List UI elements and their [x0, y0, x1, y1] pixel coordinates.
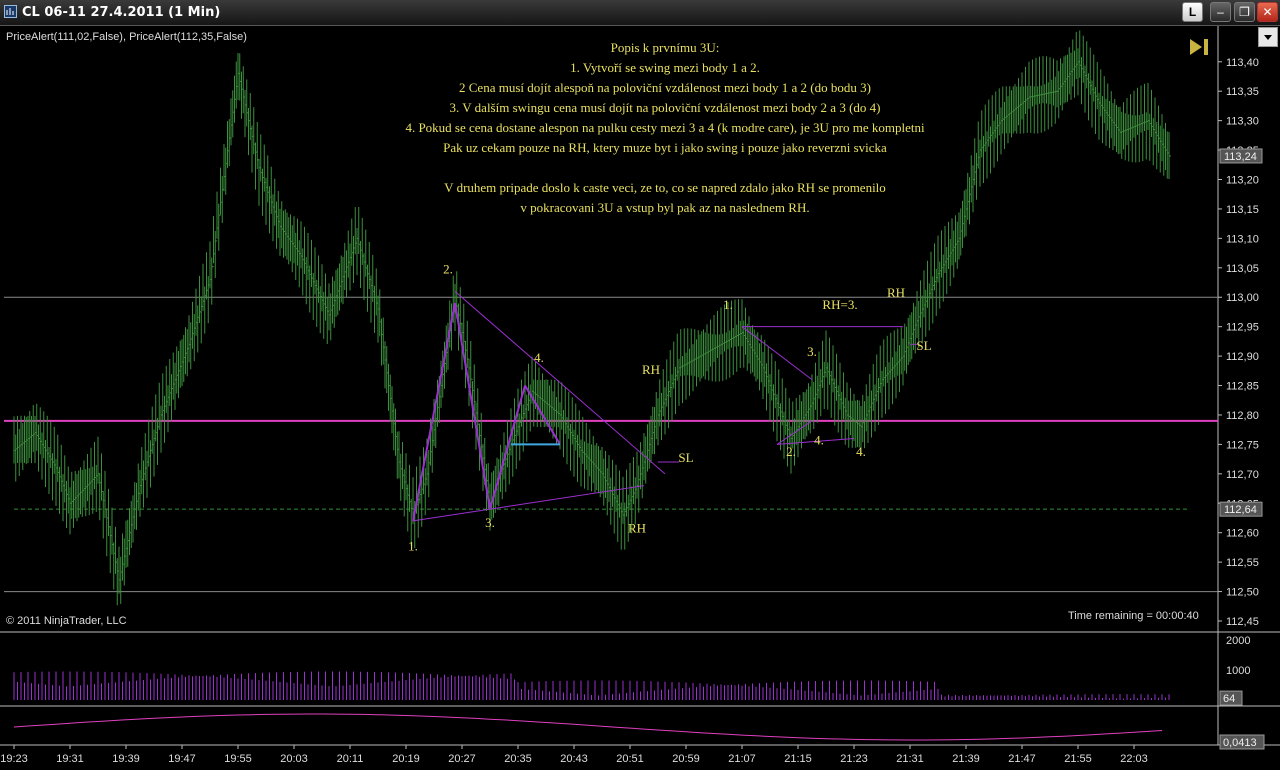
annotation-label: 1. — [723, 297, 733, 312]
price-tick-label: 112,75 — [1226, 439, 1259, 451]
play-end-icon[interactable] — [1188, 37, 1212, 57]
time-remaining: Time remaining = 00:00:40 — [1068, 610, 1199, 622]
indicator-last-label: 0,0413 — [1223, 737, 1257, 749]
time-tick-label: 20:11 — [337, 753, 364, 765]
note-line: Popis k prvnímu 3U: — [610, 40, 720, 55]
link-button[interactable]: L — [1182, 2, 1203, 22]
price-tick-label: 112,45 — [1226, 616, 1259, 628]
note-line: 2 Cena musí dojít alespoň na poloviční v… — [459, 80, 871, 95]
alert-price-marker: 112,64 — [1224, 504, 1257, 516]
volume-bars — [13, 671, 1170, 700]
price-tick-label: 112,55 — [1226, 557, 1259, 569]
price-tick-label: 112,70 — [1226, 469, 1259, 481]
time-tick-label: 21:55 — [1064, 753, 1092, 765]
time-tick-label: 20:27 — [448, 753, 476, 765]
note-line: 3. V dalším swingu cena musí dojít na po… — [449, 100, 881, 115]
annotation-label: RH=3. — [822, 297, 857, 312]
time-tick-label: 20:19 — [392, 753, 420, 765]
time-tick-label: 20:51 — [616, 753, 644, 765]
price-tick-label: 113,30 — [1226, 116, 1259, 128]
volume-tick-label: 2000 — [1226, 635, 1250, 647]
last-price-marker: 113,24 — [1224, 151, 1257, 163]
swing-line — [412, 302, 456, 522]
price-tick-label: 112,80 — [1226, 410, 1259, 422]
price-tick-label: 113,00 — [1226, 292, 1259, 304]
time-tick-label: 20:43 — [560, 753, 588, 765]
annotation-label: RH — [887, 285, 905, 300]
time-tick-label: 20:35 — [504, 753, 532, 765]
price-tick-label: 112,85 — [1226, 381, 1259, 393]
chevron-down-icon — [1264, 35, 1272, 40]
time-tick-label: 20:03 — [280, 753, 308, 765]
title-bar: CL 06-11 27.4.2011 (1 Min) L – ❐ ✕ — [0, 0, 1280, 26]
time-tick-label: 19:39 — [112, 753, 140, 765]
annotation-label: 3. — [485, 515, 495, 530]
time-tick-label: 19:31 — [56, 753, 84, 765]
note-line: 1. Vytvoří se swing mezi body 1 a 2. — [570, 60, 760, 75]
swing-line — [454, 302, 491, 510]
note-line: 4. Pokud se cena dostane alespon na pulk… — [405, 120, 925, 135]
note-line — [300, 158, 1030, 178]
time-tick-label: 21:15 — [784, 753, 812, 765]
annotation-notes: Popis k prvnímu 3U: 1. Vytvoří se swing … — [300, 38, 1030, 218]
time-tick-label: 22:03 — [1120, 753, 1148, 765]
window-title: CL 06-11 27.4.2011 (1 Min) — [22, 5, 221, 20]
price-tick-label: 112,95 — [1226, 322, 1259, 334]
price-tick-label: 113,15 — [1226, 204, 1259, 216]
close-button[interactable]: ✕ — [1257, 2, 1278, 22]
time-tick-label: 19:47 — [168, 753, 196, 765]
time-tick-label: 21:07 — [728, 753, 756, 765]
price-tick-label: 113,35 — [1226, 86, 1259, 98]
price-tick-label: 113,40 — [1226, 57, 1259, 69]
annotation-label: 1. — [408, 538, 418, 553]
annotation-label: 2. — [443, 262, 453, 277]
annotation-label: 4. — [534, 350, 544, 365]
note-line: Pak uz cekam pouze na RH, ktery muze byt… — [443, 140, 887, 155]
chart-app-icon — [4, 5, 17, 18]
time-tick-label: 19:55 — [224, 753, 252, 765]
annotation-label: 4. — [814, 432, 824, 447]
volume-tick-label: 1000 — [1226, 665, 1250, 677]
price-tick-label: 113,05 — [1226, 263, 1259, 275]
annotation-label: RH — [642, 362, 660, 377]
indicator-label: PriceAlert(111,02,False), PriceAlert(112… — [6, 31, 247, 43]
annotation-label: SL — [678, 450, 693, 465]
copyright: © 2011 NinjaTrader, LLC — [6, 615, 127, 627]
annotation-label: RH — [628, 521, 646, 536]
time-tick-label: 21:31 — [896, 753, 924, 765]
trend-line — [412, 485, 645, 522]
price-tick-label: 113,10 — [1226, 233, 1259, 245]
volume-last-label: 64 — [1223, 693, 1235, 705]
annotation-label: 3. — [807, 344, 817, 359]
price-tick-label: 112,90 — [1226, 351, 1259, 363]
note-line: v pokracovani 3U a vstup byl pak az na n… — [520, 200, 810, 215]
time-tick-label: 21:23 — [840, 753, 868, 765]
scroll-dropdown-button[interactable] — [1258, 27, 1278, 47]
time-tick-label: 19:23 — [0, 753, 28, 765]
price-tick-label: 112,60 — [1226, 528, 1259, 540]
price-tick-label: 112,50 — [1226, 587, 1259, 599]
price-tick-label: 113,20 — [1226, 175, 1259, 187]
time-tick-label: 20:59 — [672, 753, 700, 765]
annotation-label: SL — [916, 338, 931, 353]
annotation-label: 4. — [856, 444, 866, 459]
restore-button[interactable]: ❐ — [1234, 2, 1255, 22]
minimize-button[interactable]: – — [1210, 2, 1231, 22]
time-tick-label: 21:47 — [1008, 753, 1036, 765]
note-line: V druhem pripade doslo k caste veci, ze … — [444, 180, 886, 195]
time-tick-label: 21:39 — [952, 753, 980, 765]
indicator-line — [13, 713, 1163, 741]
annotation-label: 2. — [786, 444, 796, 459]
